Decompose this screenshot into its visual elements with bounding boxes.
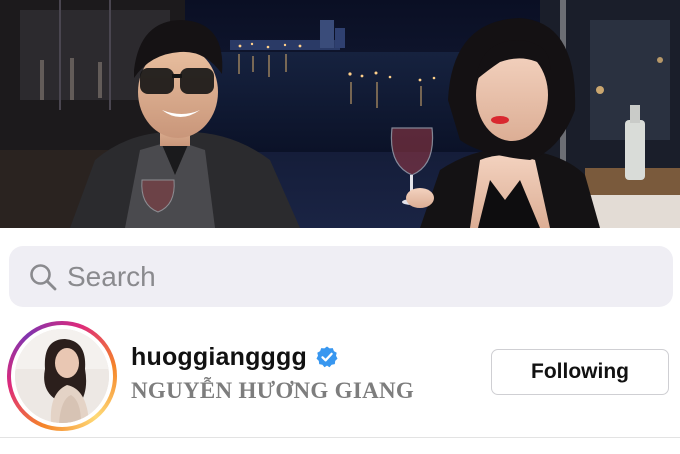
- header-photo: [0, 0, 680, 228]
- row-divider: [0, 437, 680, 438]
- verified-badge-icon: [316, 346, 338, 368]
- display-name: NGUYỄN HƯƠNG GIANG: [131, 378, 415, 403]
- username[interactable]: huoggiangggg: [131, 343, 307, 372]
- following-button[interactable]: Following: [491, 349, 669, 395]
- profile-result-row[interactable]: huoggiangggg NGUYỄN HƯƠNG GIANG Followin…: [0, 318, 680, 436]
- header-photo-illustration: [0, 0, 680, 228]
- story-ring[interactable]: [7, 321, 117, 431]
- search-input[interactable]: [67, 246, 647, 307]
- instagram-profile-screen: huoggiangggg NGUYỄN HƯƠNG GIANG Followin…: [0, 0, 680, 454]
- username-line: huoggiangggg: [131, 342, 339, 372]
- search-icon: [30, 264, 57, 291]
- search-bar[interactable]: [9, 246, 673, 307]
- avatar[interactable]: [15, 329, 109, 423]
- avatar-image: [15, 329, 109, 423]
